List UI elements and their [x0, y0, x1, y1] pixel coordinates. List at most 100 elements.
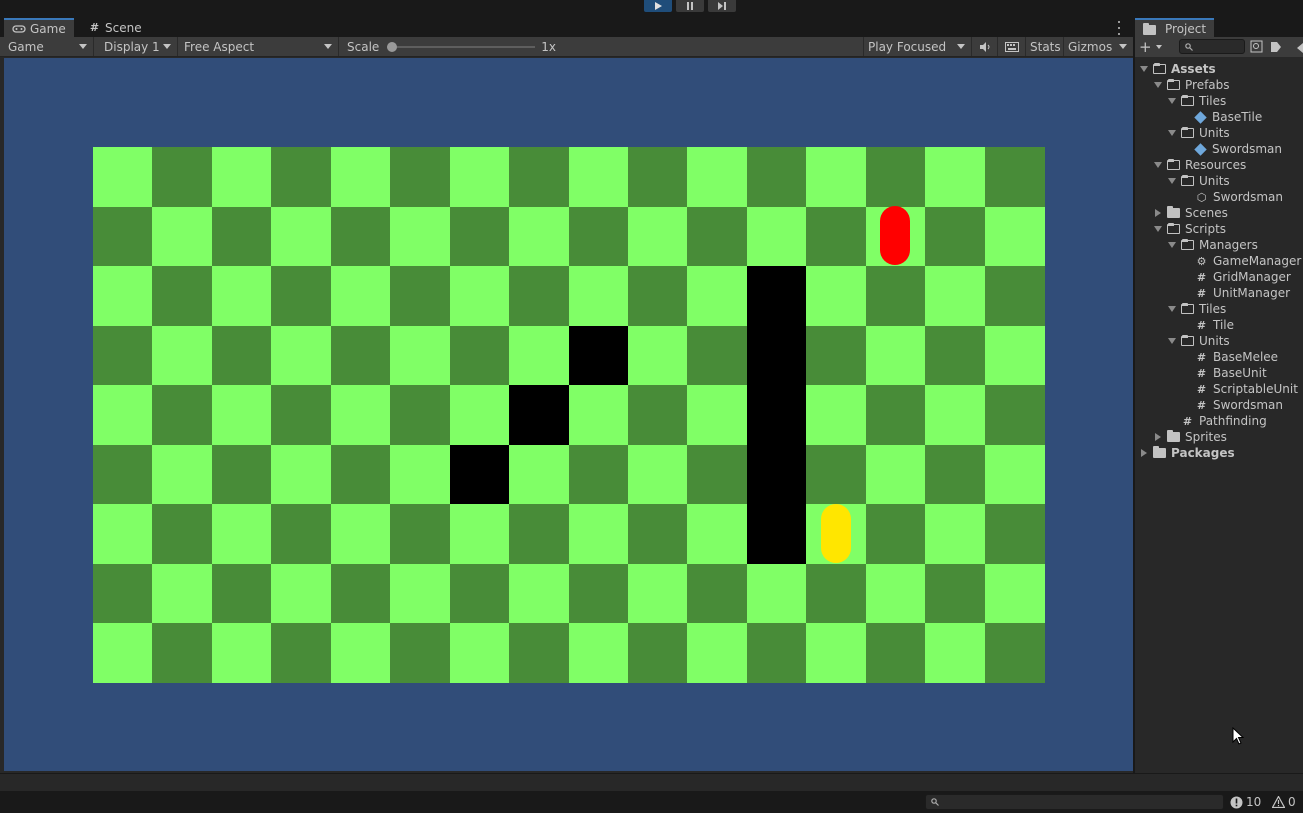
grid-tile — [449, 563, 510, 624]
expanded-arrow-icon[interactable] — [1140, 66, 1148, 72]
tree-item[interactable]: Units — [1168, 333, 1230, 349]
grid-tile — [568, 444, 629, 505]
tree-item[interactable]: Units — [1168, 173, 1230, 189]
grid-tile — [568, 384, 629, 445]
tree-item[interactable]: # UnitManager — [1182, 285, 1290, 301]
search-by-type-button[interactable] — [1250, 40, 1264, 54]
pause-button[interactable] — [676, 0, 704, 12]
tree-item[interactable]: # BaseMelee — [1182, 349, 1278, 365]
tree-item[interactable]: Assets — [1140, 61, 1216, 77]
grid-tile — [925, 622, 986, 683]
lock-button[interactable] — [1295, 42, 1303, 53]
yellow-unit[interactable] — [820, 503, 851, 563]
tree-item[interactable]: ⚙ GameManager — [1182, 253, 1302, 269]
chevron-down-icon — [957, 44, 965, 49]
expanded-arrow-icon[interactable] — [1168, 130, 1176, 136]
shortcuts-button[interactable] — [1000, 37, 1026, 56]
expanded-arrow-icon[interactable] — [1168, 306, 1176, 312]
chevron-down-icon — [79, 44, 87, 49]
gizmos-label: Gizmos — [1068, 39, 1113, 54]
blocked-tile — [449, 444, 510, 505]
tree-item[interactable]: Swordsman — [1182, 141, 1282, 157]
view-mode-dropdown[interactable]: Game — [4, 37, 94, 56]
chevron-down-icon — [1119, 44, 1127, 49]
tree-item[interactable]: # GridManager — [1182, 269, 1291, 285]
console-search-input[interactable] — [925, 794, 1224, 810]
grid-tile — [865, 265, 926, 326]
grid-tile — [509, 444, 570, 505]
tree-item[interactable]: # Swordsman — [1182, 397, 1283, 413]
tab-game[interactable]: Game — [4, 18, 74, 37]
collapsed-arrow-icon[interactable] — [1155, 209, 1161, 217]
tree-item[interactable]: Scenes — [1154, 205, 1228, 221]
grid-tile — [449, 325, 510, 386]
tree-item-label: BaseMelee — [1213, 350, 1279, 364]
grid-tile — [687, 206, 748, 267]
grid-tile — [627, 444, 688, 505]
mute-audio-button[interactable] — [974, 37, 998, 56]
tree-item[interactable]: Sprites — [1154, 429, 1227, 445]
grid-tile — [806, 325, 867, 386]
tree-item[interactable]: # BaseUnit — [1182, 365, 1267, 381]
game-tab-strip: Game # Scene — [0, 18, 1133, 37]
step-button[interactable] — [708, 0, 736, 12]
grid-tile — [449, 622, 510, 683]
create-asset-button[interactable]: + — [1139, 40, 1165, 55]
chevron-down-icon — [1155, 45, 1162, 49]
grid-tile — [93, 503, 153, 564]
display-dropdown[interactable]: Display 1 — [100, 37, 178, 56]
aspect-dropdown[interactable]: Free Aspect — [180, 37, 339, 56]
grid-tile — [568, 265, 629, 326]
project-tab-strip: Project — [1135, 18, 1303, 37]
tree-item[interactable]: Units — [1168, 125, 1230, 141]
tile-grid — [93, 147, 1045, 683]
tree-item[interactable]: Tiles — [1168, 301, 1226, 317]
expanded-arrow-icon[interactable] — [1168, 98, 1176, 104]
tree-item[interactable]: # Tile — [1182, 317, 1234, 333]
blocked-tile — [509, 384, 570, 445]
red-unit[interactable] — [880, 206, 911, 266]
expanded-arrow-icon[interactable] — [1168, 338, 1176, 344]
expanded-arrow-icon[interactable] — [1168, 178, 1176, 184]
collapsed-arrow-icon[interactable] — [1155, 433, 1161, 441]
tree-item[interactable]: BaseTile — [1182, 109, 1262, 125]
panel-menu-button[interactable] — [1116, 21, 1122, 35]
grid-tile — [865, 444, 926, 505]
blocked-tile — [746, 384, 807, 445]
grid-tile — [271, 444, 332, 505]
grid-tile — [865, 622, 926, 683]
warning-count[interactable]: 0 — [1272, 794, 1296, 810]
tree-item-label: GameManager — [1213, 254, 1302, 268]
expanded-arrow-icon[interactable] — [1154, 82, 1162, 88]
folder-open-icon — [1181, 303, 1194, 314]
stats-button[interactable]: Stats — [1026, 37, 1064, 56]
grid-tile — [211, 265, 272, 326]
tree-item[interactable]: # Pathfinding — [1168, 413, 1267, 429]
tab-project[interactable]: Project — [1135, 18, 1215, 37]
tree-item[interactable]: Scripts — [1154, 221, 1226, 237]
error-count[interactable]: 10 — [1230, 794, 1261, 810]
tree-item[interactable]: Resources — [1154, 157, 1246, 173]
tab-scene[interactable]: # Scene — [80, 18, 150, 37]
expanded-arrow-icon[interactable] — [1168, 242, 1176, 248]
play-button[interactable] — [644, 0, 672, 12]
tree-item[interactable]: Tiles — [1168, 93, 1226, 109]
tree-item[interactable]: Packages — [1140, 445, 1235, 461]
project-search-input[interactable] — [1179, 39, 1245, 54]
grid-tile — [211, 444, 272, 505]
tree-item[interactable]: ⬡ Swordsman — [1182, 189, 1283, 205]
collapsed-arrow-icon[interactable] — [1141, 449, 1147, 457]
scale-slider[interactable] — [387, 41, 536, 52]
tree-item[interactable]: Managers — [1168, 237, 1258, 253]
expanded-arrow-icon[interactable] — [1154, 162, 1162, 168]
expanded-arrow-icon[interactable] — [1154, 226, 1162, 232]
play-mode-dropdown[interactable]: Play Focused — [863, 37, 972, 56]
gizmos-dropdown[interactable]: Gizmos — [1064, 37, 1133, 56]
grid-tile — [627, 503, 688, 564]
search-by-label-button[interactable] — [1269, 40, 1283, 54]
tree-item[interactable]: # ScriptableUnit — [1182, 381, 1298, 397]
tree-item[interactable]: Prefabs — [1154, 77, 1230, 93]
grid-tile — [925, 503, 986, 564]
game-viewport[interactable] — [4, 58, 1133, 771]
folder-open-icon — [1181, 127, 1194, 138]
